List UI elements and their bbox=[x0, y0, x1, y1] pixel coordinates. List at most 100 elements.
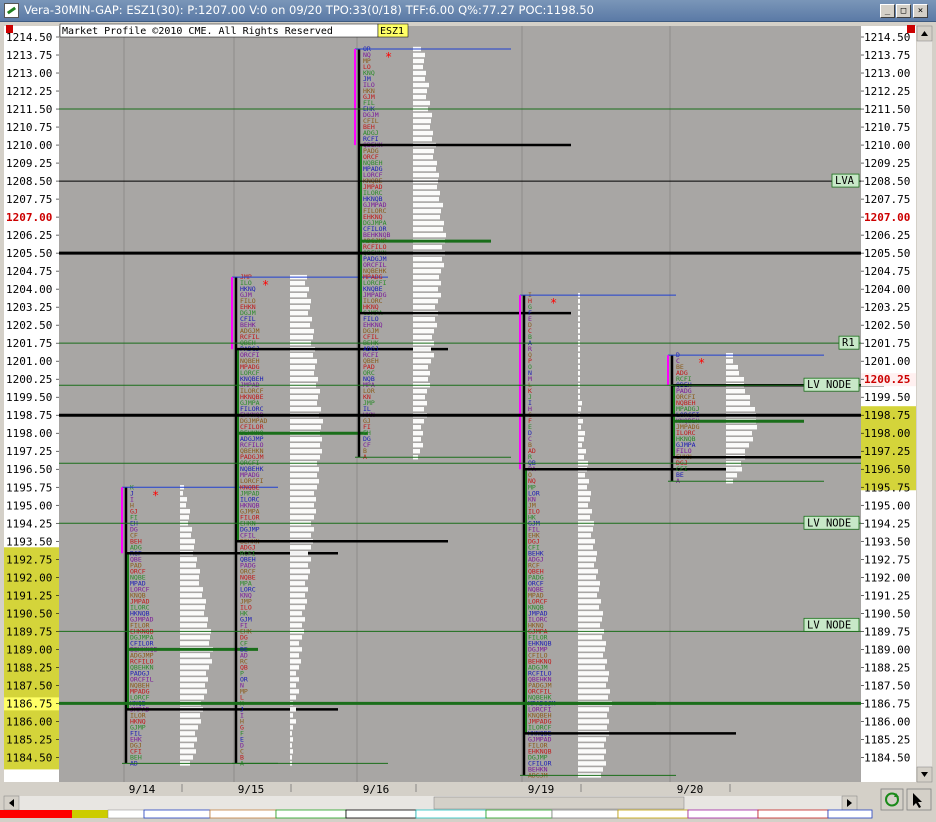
right-price-label: 1206.25 bbox=[864, 229, 910, 242]
histogram-bar bbox=[290, 479, 319, 484]
horizontal-scroll-thumb[interactable] bbox=[433, 796, 685, 810]
histogram-bar bbox=[413, 274, 439, 280]
histogram-bar bbox=[290, 443, 320, 448]
histogram-bar bbox=[413, 64, 423, 70]
histogram-bar bbox=[578, 683, 606, 688]
histogram-bar bbox=[578, 527, 593, 532]
histogram-bar bbox=[578, 713, 607, 718]
histogram-bar bbox=[578, 485, 587, 490]
close-button[interactable]: × bbox=[913, 4, 928, 18]
histogram-bar bbox=[413, 220, 444, 226]
app-icon[interactable] bbox=[4, 3, 19, 18]
histogram-bar bbox=[290, 623, 302, 628]
left-price-label: 1185.25 bbox=[6, 733, 52, 746]
histogram-bar bbox=[290, 725, 293, 730]
histogram-bar bbox=[290, 358, 317, 364]
histogram-bar bbox=[578, 725, 607, 730]
histogram-bar bbox=[290, 304, 310, 310]
vertical-scrollbar[interactable] bbox=[917, 26, 932, 782]
left-price-label: 1195.75 bbox=[6, 481, 52, 494]
right-price-label: 1207.00 bbox=[864, 211, 910, 224]
horizontal-scrollbar[interactable] bbox=[4, 796, 857, 810]
histogram-bar bbox=[413, 88, 427, 94]
histogram-bar bbox=[290, 599, 307, 604]
histogram-bar bbox=[290, 491, 314, 496]
histogram-bar bbox=[180, 689, 207, 694]
left-price-label: 1186.75 bbox=[6, 697, 52, 710]
right-axis-marker-icon[interactable] bbox=[907, 25, 915, 33]
histogram-bar bbox=[578, 695, 608, 700]
histogram-bar bbox=[180, 641, 209, 646]
histogram-bar bbox=[180, 539, 195, 544]
right-price-label: 1210.00 bbox=[864, 139, 910, 152]
histogram-bar bbox=[578, 310, 580, 316]
histogram-bar bbox=[290, 593, 305, 598]
left-price-label: 1195.00 bbox=[6, 499, 52, 512]
histogram-bar bbox=[578, 563, 594, 568]
minimize-button[interactable]: _ bbox=[880, 4, 895, 18]
date-label: 9/14 bbox=[129, 783, 156, 796]
histogram-bar bbox=[413, 154, 433, 160]
right-price-label: 1209.25 bbox=[864, 157, 910, 170]
maximize-button[interactable]: □ bbox=[896, 4, 911, 18]
left-price-label: 1194.25 bbox=[6, 517, 52, 530]
right-price-label: 1184.50 bbox=[864, 751, 910, 764]
level-annotation-label: LVA bbox=[835, 175, 855, 187]
copyright-label: Market Profile ©2010 CME. All Rights Res… bbox=[62, 26, 333, 37]
histogram-bar bbox=[413, 328, 434, 334]
histogram-bar bbox=[413, 437, 421, 442]
histogram-bar bbox=[290, 653, 299, 658]
color-tab-strip[interactable] bbox=[0, 809, 873, 819]
date-label: 9/16 bbox=[363, 783, 390, 796]
histogram-bar bbox=[413, 443, 423, 448]
histogram-bar bbox=[726, 364, 738, 370]
right-price-label: 1208.50 bbox=[864, 175, 910, 188]
histogram-bar bbox=[578, 316, 580, 322]
histogram-bar bbox=[180, 623, 207, 628]
histogram-bar bbox=[290, 310, 308, 316]
histogram-bar bbox=[578, 689, 610, 694]
left-price-label: 1191.25 bbox=[6, 589, 52, 602]
left-price-label: 1201.75 bbox=[6, 337, 52, 350]
histogram-bar bbox=[413, 82, 429, 88]
left-axis-marker-icon[interactable] bbox=[6, 25, 13, 33]
histogram-bar bbox=[413, 322, 437, 328]
histogram-bar bbox=[180, 665, 209, 670]
histogram-bar bbox=[726, 449, 745, 454]
histogram-bar bbox=[290, 575, 308, 580]
histogram-bar bbox=[413, 268, 441, 274]
histogram-bar bbox=[726, 443, 749, 448]
refresh-button[interactable] bbox=[880, 788, 904, 811]
histogram-bar bbox=[413, 352, 434, 358]
left-price-label: 1201.00 bbox=[6, 355, 52, 368]
histogram-bar bbox=[180, 515, 189, 520]
histogram-bar bbox=[290, 515, 314, 520]
histogram-bar bbox=[413, 136, 432, 142]
histogram-bar bbox=[726, 437, 753, 442]
histogram-bar bbox=[180, 611, 204, 616]
histogram-bar bbox=[578, 473, 585, 478]
histogram-bar bbox=[578, 334, 580, 340]
histogram-bar bbox=[180, 635, 210, 640]
right-price-label: 1189.00 bbox=[864, 643, 910, 656]
histogram-bar bbox=[290, 419, 323, 424]
left-price-label: 1207.75 bbox=[6, 193, 52, 206]
histogram-bar bbox=[290, 719, 296, 724]
histogram-bar bbox=[180, 497, 187, 502]
market-profile-chart[interactable]: ADBEHCFIDGJEHKFILGJMPHKNQILORJMPADKNQBLO… bbox=[0, 22, 936, 822]
histogram-bar bbox=[180, 545, 194, 550]
left-price-label: 1192.75 bbox=[6, 553, 52, 566]
histogram-bar bbox=[578, 455, 584, 460]
histogram-bar bbox=[413, 130, 433, 136]
histogram-bar bbox=[578, 593, 597, 598]
left-price-label: 1189.00 bbox=[6, 643, 52, 656]
chart-frame[interactable]: ADBEHCFIDGJEHKFILGJMPHKNQILORJMPADKNQBLO… bbox=[0, 22, 936, 822]
date-label: 9/20 bbox=[677, 783, 704, 796]
histogram-bar bbox=[180, 719, 201, 724]
right-price-label: 1201.00 bbox=[864, 355, 910, 368]
histogram-bar bbox=[413, 148, 434, 154]
histogram-bar bbox=[290, 551, 308, 556]
histogram-bar bbox=[290, 605, 305, 610]
histogram-bar bbox=[413, 166, 436, 172]
left-price-label: 1187.50 bbox=[6, 679, 52, 692]
